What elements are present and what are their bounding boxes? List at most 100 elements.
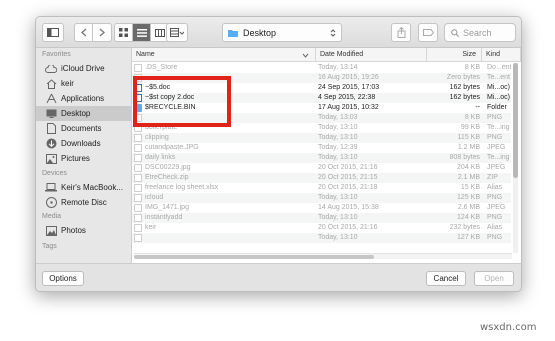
file-date-modified: 20 Oct 2015, 21:18 (318, 184, 378, 191)
location-popup[interactable]: Desktop (222, 23, 342, 42)
back-button[interactable] (75, 24, 93, 41)
icon-view-button[interactable] (115, 24, 133, 41)
file-date-modified: Today, 13:10 (318, 154, 358, 161)
grid-icon (119, 28, 128, 37)
file-size: Zero bytes (446, 74, 480, 81)
file-size: 115 KB (457, 134, 480, 141)
column-header-kind[interactable]: Kind (482, 48, 521, 62)
sidebar-item-applications[interactable]: Applications (36, 91, 131, 106)
column-header-size[interactable]: Size (427, 48, 482, 62)
search-placeholder: Search (463, 27, 492, 38)
file-kind: Te...ing (487, 124, 510, 131)
file-kind: Do...ent (487, 64, 511, 71)
sidebar-item-documents[interactable]: Documents (36, 121, 131, 136)
tag-button[interactable] (418, 23, 438, 42)
file-size: 99 KB (460, 124, 480, 131)
sidebar-section-favorites: Favorites (42, 51, 71, 58)
file-icon (134, 234, 142, 242)
file-row[interactable]: EtreCheck.zip 20 Oct 2015, 21:15 2.1 MB ZIP (132, 173, 511, 183)
sidebar-item-label: Photos (61, 226, 86, 235)
list-view-button[interactable] (133, 24, 151, 41)
downloads-icon (45, 138, 57, 150)
sidebar-item-label: keir (61, 79, 74, 88)
sidebar-item-icloud-drive[interactable]: iCloud Drive (36, 61, 131, 76)
scrollbar-thumb[interactable] (134, 255, 374, 259)
sidebar-item-label: iCloud Drive (61, 64, 105, 73)
columns-icon (155, 28, 165, 37)
search-field[interactable]: Search (444, 23, 516, 42)
file-date-modified: Today, 13:03 (318, 114, 358, 121)
applications-icon (45, 93, 57, 105)
file-row[interactable]: .DS_Store Today, 13:14 8 KB Do...ent (132, 63, 511, 73)
file-row[interactable]: clipping Today, 13:10 115 KB PNG (132, 133, 511, 143)
arrange-button[interactable] (166, 23, 188, 42)
file-date-modified: Today, 13:10 (318, 214, 358, 221)
file-icon (134, 144, 142, 152)
column-header-name[interactable]: Name (132, 48, 316, 62)
search-icon (451, 28, 459, 37)
file-icon (134, 224, 142, 232)
back-forward-control (74, 23, 112, 42)
file-kind: PNG (487, 214, 503, 221)
forward-button[interactable] (93, 24, 111, 41)
file-row[interactable]: cutandpaste.JPG Today, 12:39 1.2 MB JPEG (132, 143, 511, 153)
open-button[interactable]: Open (474, 271, 514, 286)
sidebar-section-media: Media (42, 213, 62, 220)
file-row[interactable]: DSC00229.jpg 20 Oct 2015, 21:16 204 KB JPEG (132, 163, 511, 173)
vertical-scrollbar[interactable] (513, 63, 518, 253)
file-icon (134, 134, 142, 142)
sidebar-item-macbook[interactable]: Keir's MacBook... (36, 180, 131, 195)
file-kind: JPEG (487, 204, 506, 211)
photos-icon (45, 225, 57, 237)
file-size: 2.1 MB (457, 174, 480, 181)
sidebar-item-label: Downloads (61, 139, 101, 148)
file-kind: Te...ing (487, 154, 510, 161)
file-date-modified: 20 Oct 2015, 21:16 (318, 164, 378, 171)
share-icon (397, 27, 405, 38)
file-kind: Mi...oc) (487, 84, 510, 91)
file-icon (134, 174, 142, 182)
file-row[interactable]: icloud Today, 13:10 125 KB PNG (132, 193, 511, 203)
file-name: instantlyadd (145, 214, 183, 221)
file-kind: JPEG (487, 144, 506, 151)
file-kind: PNG (487, 134, 503, 141)
sidebar-item-remote-disc[interactable]: Remote Disc (36, 195, 131, 210)
sidebar-item-downloads[interactable]: Downloads (36, 136, 131, 151)
file-date-modified: Today, 13:10 (318, 134, 358, 141)
file-kind: Mi...oc) (487, 94, 510, 101)
sidebar-section-devices: Devices (42, 170, 67, 177)
sidebar-toggle-button[interactable] (42, 23, 64, 42)
column-header-date[interactable]: Date Modified (316, 48, 427, 62)
share-button[interactable] (391, 23, 411, 42)
file-row[interactable]: daily links Today, 13:10 808 bytes Te...ing (132, 153, 511, 163)
file-icon (134, 154, 142, 162)
sidebar-item-keir[interactable]: keir (36, 76, 131, 91)
file-icon (134, 164, 142, 172)
file-row[interactable]: freelance log sheet.xlsx 20 Oct 2015, 21:… (132, 183, 511, 193)
file-name: daily links (145, 154, 176, 161)
sort-chevron-icon (302, 53, 309, 58)
scrollbar-thumb[interactable] (513, 63, 518, 178)
file-row[interactable]: IMG_1471.jpg 14 Aug 2015, 15:38 2.6 MB JPEG (132, 203, 511, 213)
bottom-bar: Options Cancel Open (36, 263, 521, 291)
sidebar-item-label: Keir's MacBook... (61, 183, 123, 192)
location-label: Desktop (243, 27, 277, 38)
list-icon (136, 28, 147, 37)
sidebar-item-desktop[interactable]: Desktop (36, 106, 131, 121)
options-button[interactable]: Options (42, 271, 84, 286)
sidebar-item-photos[interactable]: Photos (36, 223, 131, 238)
file-row[interactable]: keir 20 Oct 2015, 21:16 232 bytes Alias (132, 223, 511, 233)
file-row[interactable]: instantlyadd Today, 13:10 124 KB PNG (132, 213, 511, 223)
cancel-button[interactable]: Cancel (426, 271, 466, 286)
sidebar-item-label: Documents (61, 124, 102, 133)
file-size: 127 KB (457, 234, 480, 241)
sidebar-item-pictures[interactable]: Pictures (36, 151, 131, 166)
file-kind: PNG (487, 114, 503, 121)
view-mode-control (114, 23, 170, 42)
red-highlight-box (133, 76, 231, 127)
file-row[interactable]: Today, 13:10 127 KB PNG (132, 233, 511, 243)
file-kind: Alias (487, 224, 503, 231)
file-name: .DS_Store (145, 64, 178, 71)
horizontal-scrollbar[interactable] (134, 253, 512, 259)
file-size: 124 KB (457, 214, 480, 221)
